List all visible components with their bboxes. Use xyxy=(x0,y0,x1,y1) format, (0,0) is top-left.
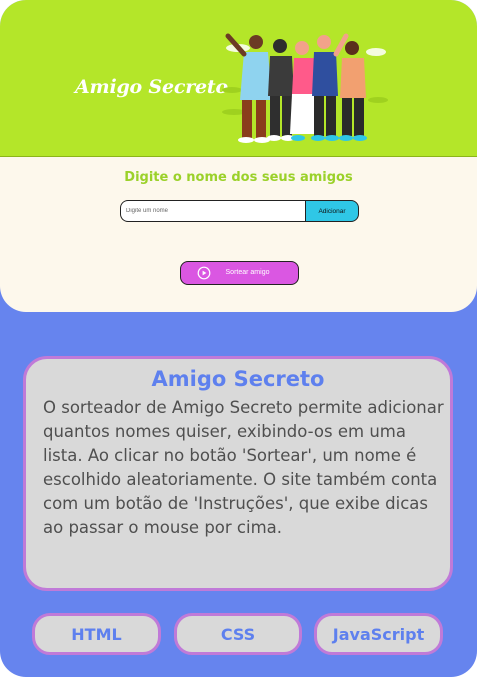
info-text: O sorteador de Amigo Secreto permite adi… xyxy=(43,398,444,537)
draw-friend-button[interactable]: Sortear amigo xyxy=(180,261,299,285)
info-title: Amigo Secreto xyxy=(151,367,325,391)
info-card: Amigo Secreto O sorteador de Amigo Secre… xyxy=(23,356,453,591)
add-friend-row: Adicionar xyxy=(120,200,359,222)
add-button[interactable]: Adicionar xyxy=(305,200,359,222)
draw-button-label: Sortear amigo xyxy=(225,269,270,276)
section-title: Digite o nome dos seus amigos xyxy=(124,170,353,185)
group-of-friends-illustration xyxy=(222,33,388,143)
app-frame: Amigo Secreto Digite o nome dos seus ami… xyxy=(0,0,477,677)
tech-badge-javascript: JavaScript xyxy=(314,613,443,655)
main-card: Amigo Secreto Digite o nome dos seus ami… xyxy=(0,0,477,312)
app-title: Amigo Secreto xyxy=(75,76,228,98)
tech-badge-html: HTML xyxy=(32,613,161,655)
tech-badge-css: CSS xyxy=(174,613,302,655)
name-input[interactable] xyxy=(120,200,306,222)
header: Amigo Secreto xyxy=(0,0,477,157)
